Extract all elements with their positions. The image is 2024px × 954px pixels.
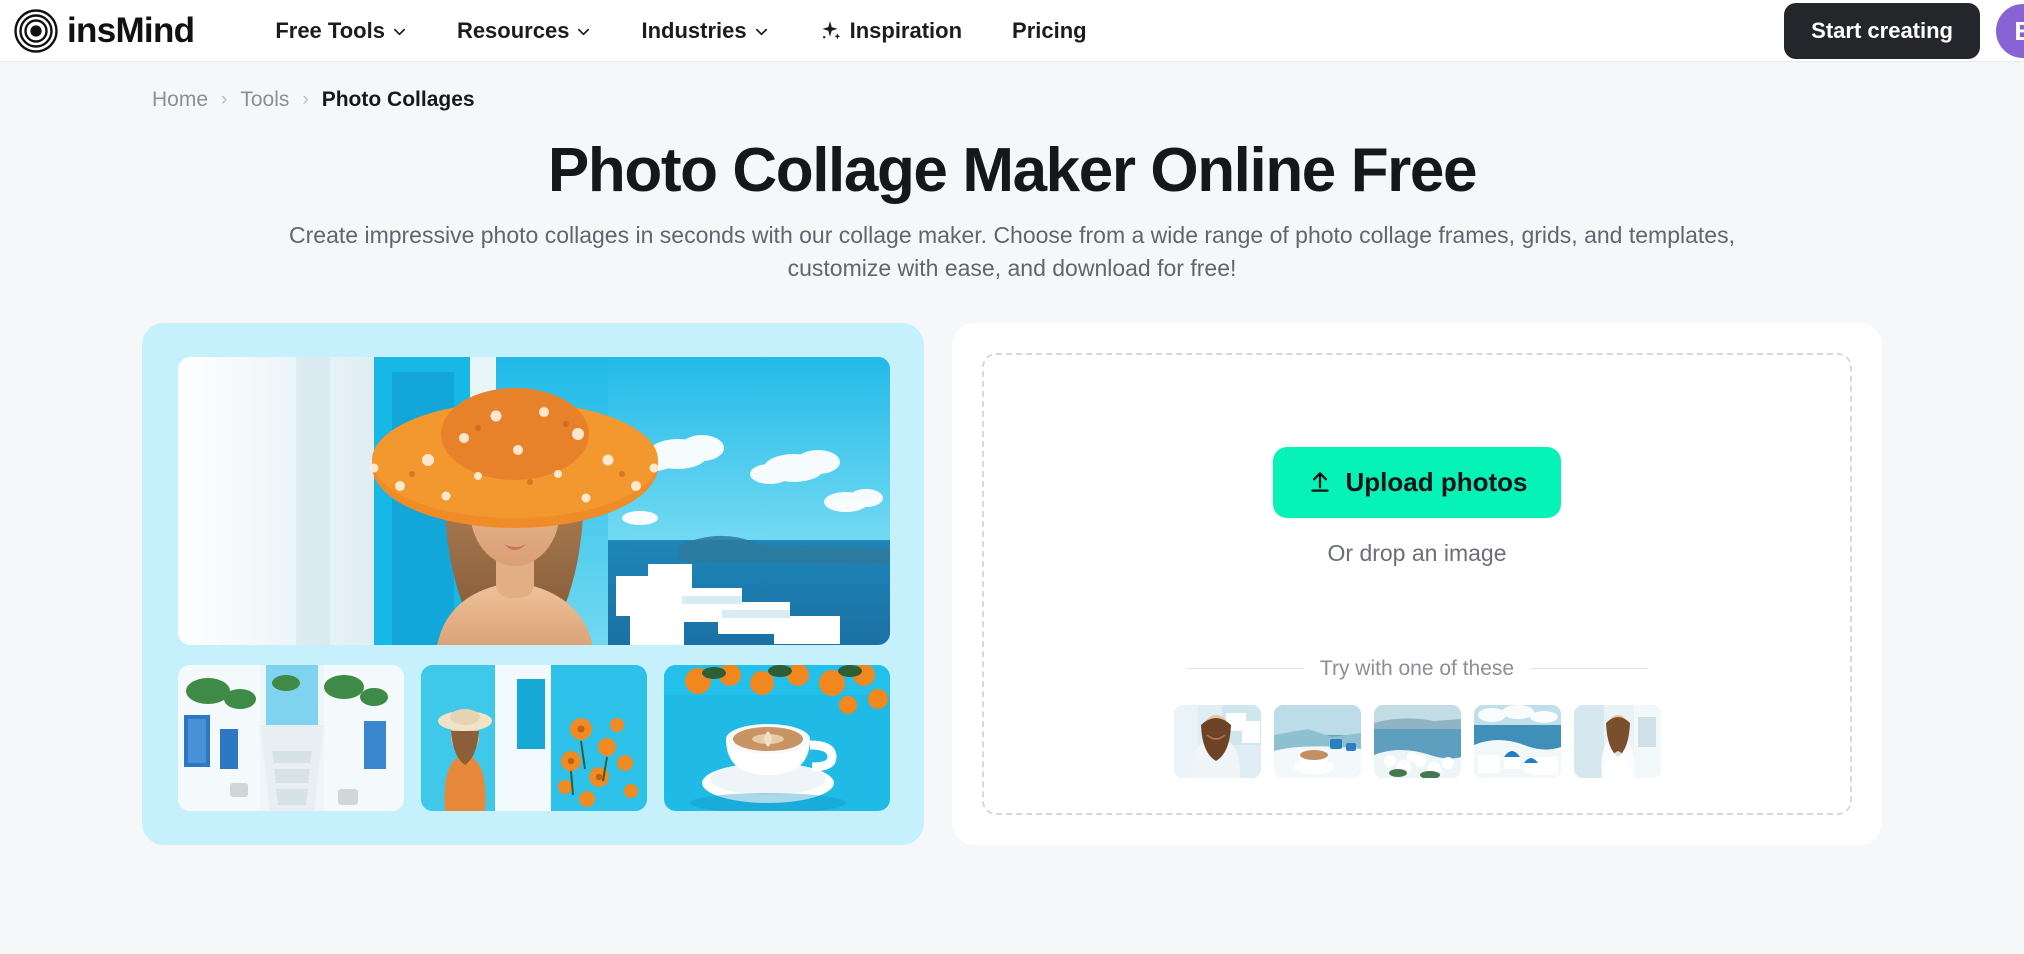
sample-image[interactable]	[1573, 704, 1661, 778]
header-actions: Start creating E	[1784, 0, 2024, 62]
nav-item-inspiration[interactable]: Inspiration	[794, 0, 987, 62]
divider-rule-right	[1530, 668, 1647, 670]
brand-name: insMind	[67, 11, 195, 50]
nav-label: Pricing	[1012, 17, 1087, 43]
nav-item-resources[interactable]: Resources	[432, 0, 617, 62]
breadcrumb: Home › Tools › Photo Collages	[0, 62, 2024, 112]
chevron-down-icon	[576, 24, 591, 39]
chevron-down-icon	[392, 24, 407, 39]
concentric-circles-logo-icon	[14, 8, 58, 53]
nav-label: Industries	[641, 17, 747, 43]
divider-label: Try with one of these	[1319, 656, 1515, 680]
breadcrumb-home[interactable]: Home	[152, 88, 208, 112]
page-title: Photo Collage Maker Online Free	[547, 136, 1478, 205]
nav-label: Resources	[456, 17, 570, 43]
dropzone[interactable]: Upload photos Or drop an image Try with …	[982, 352, 1852, 815]
upload-photos-label: Upload photos	[1345, 466, 1528, 497]
avatar[interactable]: E	[1996, 4, 2024, 58]
upload-arrow-icon	[1307, 469, 1333, 495]
site-header: insMind Free Tools Resources Industries	[0, 0, 2024, 62]
sample-image[interactable]	[1473, 704, 1561, 778]
nav-label: Free Tools	[275, 17, 385, 43]
collage-hero-photo	[178, 356, 890, 645]
try-samples-divider: Try with one of these	[1187, 657, 1647, 681]
chevron-down-icon	[754, 24, 769, 39]
nav-label: Inspiration	[849, 17, 963, 43]
breadcrumb-separator-icon: ›	[302, 89, 309, 110]
breadcrumb-current: Photo Collages	[321, 88, 475, 111]
breadcrumb-tools[interactable]: Tools	[240, 88, 289, 112]
collage-preview	[142, 322, 924, 845]
sample-image[interactable]	[1373, 704, 1461, 778]
collage-thumb-woman-flowers	[421, 664, 647, 811]
drop-hint-text: Or drop an image	[1327, 539, 1507, 566]
divider-rule-left	[1187, 668, 1304, 670]
upload-panel: Upload photos Or drop an image Try with …	[952, 322, 1882, 845]
brand-logo[interactable]: insMind	[14, 8, 195, 53]
sample-image[interactable]	[1273, 704, 1361, 778]
sample-image[interactable]	[1173, 704, 1261, 778]
start-creating-button[interactable]: Start creating	[1784, 3, 1980, 59]
main-nav: Free Tools Resources Industries Inspirat…	[250, 0, 1111, 62]
sparkle-icon	[819, 19, 843, 43]
upload-photos-button[interactable]: Upload photos	[1272, 446, 1562, 518]
collage-thumb-row	[178, 664, 890, 811]
page-subtitle: Create impressive photo collages in seco…	[289, 222, 1735, 282]
nav-item-industries[interactable]: Industries	[616, 0, 793, 62]
collage-thumb-coffee	[664, 664, 890, 811]
page-body: Home › Tools › Photo Collages Photo Coll…	[0, 62, 2024, 954]
breadcrumb-separator-icon: ›	[221, 89, 228, 110]
collage-thumb-alley	[178, 664, 404, 811]
content-columns: Upload photos Or drop an image Try with …	[0, 322, 2024, 845]
nav-item-free-tools[interactable]: Free Tools	[250, 0, 432, 62]
sample-images	[1173, 704, 1661, 778]
nav-item-pricing[interactable]: Pricing	[987, 0, 1112, 62]
